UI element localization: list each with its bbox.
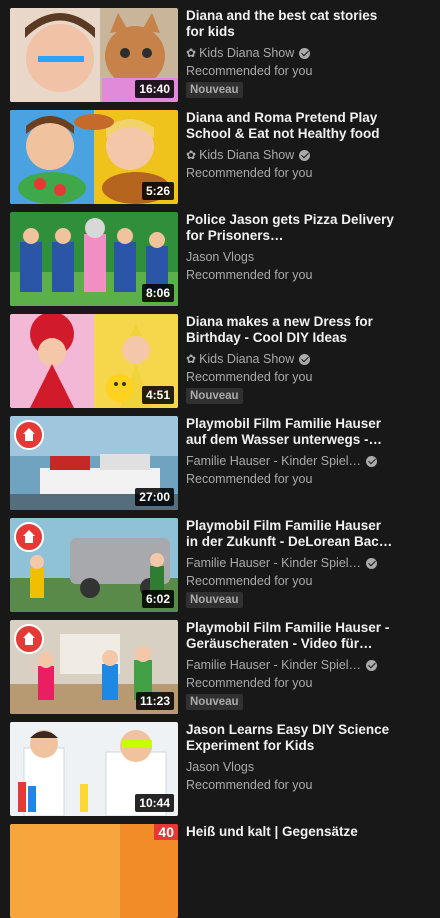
video-thumbnail[interactable]: 5:26 (10, 110, 178, 204)
video-duration: 16:40 (135, 80, 174, 98)
channel-row[interactable]: Jason Vlogs (186, 249, 396, 265)
video-thumbnail[interactable]: 10:44 (10, 722, 178, 816)
video-duration: 11:23 (135, 692, 174, 710)
verified-icon (366, 659, 378, 671)
video-thumbnail[interactable]: 4:51 (10, 314, 178, 408)
recommendation-label: Recommended for you (186, 778, 313, 792)
video-duration: 5:26 (141, 182, 174, 200)
video-item[interactable]: 6:02 Playmobil Film Familie Hauser in de… (0, 514, 440, 612)
video-item[interactable]: 40 Heiß und kalt | Gegensätze (0, 820, 440, 918)
verified-icon (299, 47, 311, 59)
channel-name[interactable]: Jason Vlogs (186, 759, 254, 775)
video-thumbnail[interactable]: 27:00 (10, 416, 178, 510)
video-meta: Playmobil Film Familie Hauser - Geräusch… (186, 620, 396, 710)
verified-icon (299, 353, 311, 365)
video-title[interactable]: Diana and the best cat stories for kids (186, 8, 396, 40)
recommendation-label: Recommended for you (186, 166, 313, 180)
video-duration: 6:02 (141, 590, 174, 608)
flower-icon: ✿ (186, 148, 197, 162)
recommendation-label: Recommended for you (186, 64, 313, 78)
verified-icon (366, 557, 378, 569)
video-item[interactable]: 4:51 Diana makes a new Dress for Birthda… (0, 310, 440, 408)
video-meta: Police Jason gets Pizza Delivery for Pri… (186, 212, 396, 283)
video-thumbnail[interactable]: 40 (10, 824, 178, 918)
video-title[interactable]: Playmobil Film Familie Hauser in der Zuk… (186, 518, 396, 550)
house-logo-icon (14, 624, 44, 654)
video-title[interactable]: Jason Learns Easy DIY Science Experiment… (186, 722, 396, 754)
video-item[interactable]: 16:40 Diana and the best cat stories for… (0, 4, 440, 102)
channel-row[interactable]: Familie Hauser - Kinder Spiel… (186, 555, 396, 571)
video-title[interactable]: Playmobil Film Familie Hauser auf dem Wa… (186, 416, 396, 448)
channel-row[interactable]: ✿ Kids Diana Show (186, 45, 396, 61)
video-meta: Playmobil Film Familie Hauser in der Zuk… (186, 518, 396, 608)
recommendation-label: Recommended for you (186, 370, 313, 384)
video-meta: Diana and the best cat stories for kids … (186, 8, 396, 98)
video-item[interactable]: 27:00 Playmobil Film Familie Hauser auf … (0, 412, 440, 510)
channel-row[interactable]: ✿ Kids Diana Show (186, 351, 396, 367)
channel-name[interactable]: Kids Diana Show (199, 351, 294, 367)
video-meta: Diana and Roma Pretend Play School & Eat… (186, 110, 396, 181)
video-thumbnail[interactable]: 11:23 (10, 620, 178, 714)
channel-name[interactable]: Kids Diana Show (199, 45, 294, 61)
flower-icon: ✿ (186, 46, 197, 60)
video-item[interactable]: 8:06 Police Jason gets Pizza Delivery fo… (0, 208, 440, 306)
video-meta: Playmobil Film Familie Hauser auf dem Wa… (186, 416, 396, 487)
channel-name[interactable]: Familie Hauser - Kinder Spiel… (186, 555, 361, 571)
video-item[interactable]: 5:26 Diana and Roma Pretend Play School … (0, 106, 440, 204)
recommendation-label: Recommended for you (186, 268, 313, 282)
video-meta: Heiß und kalt | Gegensätze (186, 824, 396, 840)
video-duration: 8:06 (141, 284, 174, 302)
video-thumbnail[interactable]: 6:02 (10, 518, 178, 612)
new-badge: Nouveau (186, 388, 243, 404)
verified-icon (366, 455, 378, 467)
channel-row[interactable]: Familie Hauser - Kinder Spiel… (186, 453, 396, 469)
recommendation-label: Recommended for you (186, 676, 313, 690)
flower-icon: ✿ (186, 352, 197, 366)
recommendation-label: Recommended for you (186, 574, 313, 588)
thumbnail-number-badge: 40 (154, 824, 178, 840)
verified-icon (299, 149, 311, 161)
channel-row[interactable]: Jason Vlogs (186, 759, 396, 775)
channel-row[interactable]: ✿ Kids Diana Show (186, 147, 396, 163)
video-title[interactable]: Diana makes a new Dress for Birthday - C… (186, 314, 396, 346)
video-title[interactable]: Playmobil Film Familie Hauser - Geräusch… (186, 620, 396, 652)
video-title[interactable]: Heiß und kalt | Gegensätze (186, 824, 396, 840)
video-meta: Diana makes a new Dress for Birthday - C… (186, 314, 396, 404)
channel-name[interactable]: Kids Diana Show (199, 147, 294, 163)
thumbnail-image (10, 824, 178, 918)
channel-name[interactable]: Familie Hauser - Kinder Spiel… (186, 657, 361, 673)
video-title[interactable]: Police Jason gets Pizza Delivery for Pri… (186, 212, 396, 244)
video-item[interactable]: 10:44 Jason Learns Easy DIY Science Expe… (0, 718, 440, 816)
house-logo-icon (14, 522, 44, 552)
recommendation-label: Recommended for you (186, 472, 313, 486)
video-thumbnail[interactable]: 8:06 (10, 212, 178, 306)
video-duration: 4:51 (141, 386, 174, 404)
house-logo-icon (14, 420, 44, 450)
channel-row[interactable]: Familie Hauser - Kinder Spiel… (186, 657, 396, 673)
new-badge: Nouveau (186, 82, 243, 98)
new-badge: Nouveau (186, 694, 243, 710)
video-thumbnail[interactable]: 16:40 (10, 8, 178, 102)
video-item[interactable]: 11:23 Playmobil Film Familie Hauser - Ge… (0, 616, 440, 714)
new-badge: Nouveau (186, 592, 243, 608)
video-title[interactable]: Diana and Roma Pretend Play School & Eat… (186, 110, 396, 142)
channel-name[interactable]: Jason Vlogs (186, 249, 254, 265)
video-meta: Jason Learns Easy DIY Science Experiment… (186, 722, 396, 793)
video-duration: 10:44 (135, 794, 174, 812)
video-duration: 27:00 (135, 488, 174, 506)
channel-name[interactable]: Familie Hauser - Kinder Spiel… (186, 453, 361, 469)
